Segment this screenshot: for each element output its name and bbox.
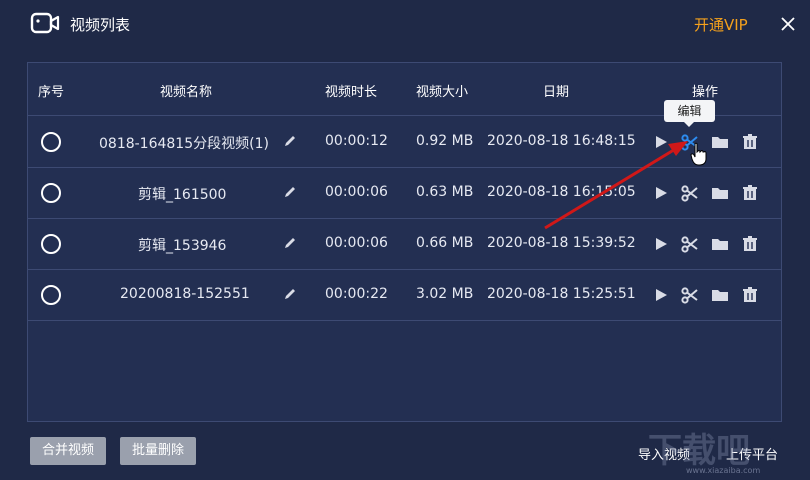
play-icon[interactable] (651, 234, 671, 254)
header-date: 日期 (543, 85, 570, 100)
video-date: 2020-08-18 16:48:15 (487, 133, 636, 149)
video-name: 剪辑_153946 (138, 238, 227, 254)
trash-icon[interactable] (740, 183, 760, 203)
video-size: 0.66 MB (416, 235, 474, 251)
window-title: 视频列表 (70, 16, 131, 34)
folder-icon[interactable] (710, 132, 730, 152)
trash-icon[interactable] (740, 234, 760, 254)
video-duration: 00:00:22 (325, 286, 388, 302)
folder-icon[interactable] (710, 234, 730, 254)
header-index: 序号 (38, 85, 65, 100)
header-duration: 视频时长 (325, 85, 378, 100)
video-date: 2020-08-18 16:15:05 (487, 184, 636, 200)
folder-icon[interactable] (710, 183, 730, 203)
rename-pencil-icon[interactable] (283, 134, 297, 148)
header-name: 视频名称 (160, 85, 213, 100)
folder-icon[interactable] (710, 285, 730, 305)
row-select-radio[interactable] (41, 183, 61, 203)
play-icon[interactable] (651, 183, 671, 203)
video-name: 20200818-152551 (120, 286, 250, 302)
video-duration: 00:00:06 (325, 235, 388, 251)
video-date: 2020-08-18 15:25:51 (487, 286, 636, 302)
video-size: 0.92 MB (416, 133, 474, 149)
row-select-radio[interactable] (41, 132, 61, 152)
video-duration: 00:00:06 (325, 184, 388, 200)
trash-icon[interactable] (740, 132, 760, 152)
scissors-icon[interactable] (680, 234, 700, 254)
video-camera-icon (30, 12, 60, 34)
header-actions: 操作 (692, 85, 719, 100)
title-bar: 视频列表 开通VIP (0, 0, 810, 48)
video-size: 3.02 MB (416, 286, 474, 302)
scissors-icon[interactable] (680, 285, 700, 305)
table-row: 0818-164815分段视频(1) 00:00:12 0.92 MB 2020… (28, 117, 781, 168)
table-row: 剪辑_161500 00:00:06 0.63 MB 2020-08-18 16… (28, 168, 781, 219)
vip-link[interactable]: 开通VIP (694, 14, 748, 35)
video-name: 0818-164815分段视频(1) (99, 136, 269, 152)
watermark-text: 下载吧 (648, 431, 750, 471)
hand-cursor-icon (690, 142, 707, 166)
row-select-radio[interactable] (41, 285, 61, 305)
close-icon[interactable] (776, 12, 800, 36)
scissors-icon[interactable] (680, 183, 700, 203)
header-size: 视频大小 (416, 85, 469, 100)
table-row: 剪辑_153946 00:00:06 0.66 MB 2020-08-18 15… (28, 219, 781, 270)
table-row: 20200818-152551 00:00:22 3.02 MB 2020-08… (28, 270, 781, 321)
watermark-url: www.xiazaiba.com (686, 466, 761, 475)
rename-pencil-icon[interactable] (283, 185, 297, 199)
rename-pencil-icon[interactable] (283, 287, 297, 301)
rename-pencil-icon[interactable] (283, 236, 297, 250)
edit-tooltip: 编辑 (664, 100, 715, 127)
batch-delete-button[interactable]: 批量删除 (120, 437, 197, 465)
merge-videos-button[interactable]: 合并视频 (30, 437, 107, 465)
video-size: 0.63 MB (416, 184, 474, 200)
play-icon[interactable] (651, 132, 671, 152)
play-icon[interactable] (651, 285, 671, 305)
trash-icon[interactable] (740, 285, 760, 305)
video-duration: 00:00:12 (325, 133, 388, 149)
row-select-radio[interactable] (41, 234, 61, 254)
video-name: 剪辑_161500 (138, 187, 227, 203)
video-date: 2020-08-18 15:39:52 (487, 235, 636, 251)
